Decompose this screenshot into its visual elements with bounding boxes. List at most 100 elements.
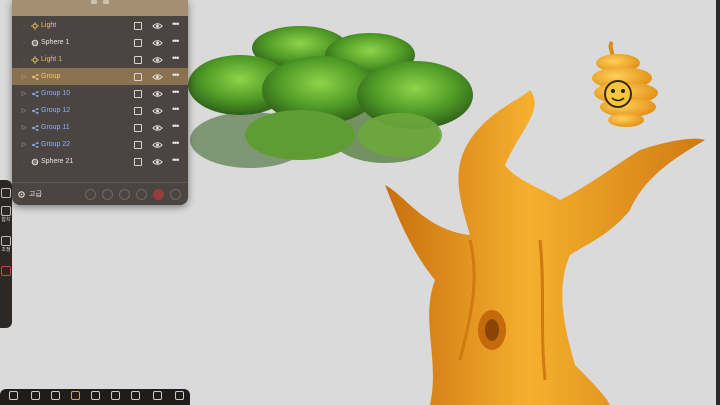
more-options-icon[interactable]: ••• [172, 155, 180, 165]
trash-icon[interactable] [170, 188, 181, 200]
bottom-tool-9[interactable] [168, 391, 190, 401]
eye-icon[interactable] [152, 73, 163, 81]
scene-row[interactable]: ▷ Group 10 ••• [12, 85, 188, 102]
history-icon[interactable] [85, 188, 96, 200]
color-tool-button[interactable] [1, 266, 11, 276]
merge-icon [1, 206, 11, 216]
group-icon [32, 124, 39, 131]
scene-row-label: Group 22 [41, 141, 71, 148]
group-icon [32, 141, 39, 148]
scene-row-label: Group 12 [41, 107, 71, 114]
bottom-tool-3[interactable] [44, 391, 66, 401]
panel-footer: 고급 [12, 182, 188, 205]
scene-row[interactable]: ▷ Group ••• [12, 68, 188, 85]
bottom-tool-6[interactable] [104, 391, 126, 401]
tool-icon [1, 188, 11, 198]
eye-icon[interactable] [152, 141, 163, 149]
expand-arrow-icon[interactable]: ▷ [21, 141, 27, 148]
expand-arrow-icon[interactable]: ▷ [21, 73, 27, 80]
visibility-checkbox[interactable] [134, 157, 142, 166]
scene-row[interactable]: ▷ Group 11 ••• [12, 119, 188, 136]
more-options-icon[interactable]: ••• [172, 87, 180, 97]
eye-icon[interactable] [152, 39, 163, 47]
more-options-icon[interactable]: ••• [172, 138, 180, 148]
scene-row[interactable]: · Sphere 1 ••• [12, 34, 188, 51]
visibility-checkbox[interactable] [134, 106, 142, 115]
visibility-checkbox[interactable] [134, 123, 142, 132]
expand-arrow-icon[interactable]: ▷ [21, 107, 27, 114]
eye-icon[interactable] [152, 158, 163, 166]
scene-row-label: Sphere 21 [41, 158, 74, 165]
bottom-tool-8[interactable] [146, 391, 168, 401]
bullet-icon: · [23, 22, 25, 29]
more-options-icon[interactable]: ••• [172, 19, 180, 29]
bush-model[interactable] [188, 26, 473, 168]
eye-icon[interactable] [152, 124, 163, 132]
bottom-tool-7[interactable] [124, 391, 146, 401]
visibility-checkbox[interactable] [134, 140, 142, 149]
visibility-checkbox[interactable] [134, 21, 142, 30]
sphere-icon [31, 158, 39, 165]
eye-icon[interactable] [152, 22, 163, 30]
panel-handle-icon[interactable] [91, 0, 97, 4]
tool-strip: 합치 조정 [0, 180, 12, 328]
adjust-tool-label: 조정 [1, 247, 11, 253]
bottom-tool-5[interactable] [84, 391, 106, 401]
record-icon[interactable] [153, 188, 164, 200]
scene-row-label: Group 11 [41, 124, 70, 131]
more-options-icon[interactable]: ••• [172, 104, 180, 114]
color-wheel-icon [1, 266, 11, 276]
visibility-checkbox[interactable] [134, 89, 142, 98]
scene-row-label: Group 10 [41, 90, 71, 97]
sphere-icon [31, 39, 39, 46]
visibility-checkbox[interactable] [134, 55, 142, 64]
panel-handle-icon[interactable] [103, 0, 109, 4]
visibility-checkbox[interactable] [134, 38, 142, 47]
eye-icon[interactable] [152, 90, 163, 98]
group-icon [32, 73, 39, 80]
more-options-icon[interactable]: ••• [172, 36, 180, 46]
camera-icon[interactable] [136, 188, 147, 200]
group-icon [32, 107, 39, 114]
bottom-tool-2[interactable] [24, 391, 46, 401]
bullet-icon: · [23, 39, 25, 46]
merge-tool-label: 합치 [1, 217, 11, 223]
eye-icon[interactable] [152, 107, 163, 115]
video-icon[interactable] [119, 188, 130, 200]
grid-icon [90, 391, 100, 400]
visibility-checkbox[interactable] [134, 72, 142, 81]
bottom-tool-1[interactable] [2, 391, 24, 401]
eye-icon[interactable] [152, 56, 163, 64]
eye-icon [110, 391, 120, 400]
search-icon [70, 391, 80, 400]
book-icon [50, 391, 60, 400]
expand-arrow-icon[interactable]: ▷ [21, 90, 27, 97]
expand-arrow-icon[interactable]: ▷ [21, 124, 27, 131]
beehive-model[interactable] [592, 40, 658, 127]
bottom-tool-4[interactable] [64, 391, 86, 401]
group-icon [32, 90, 39, 97]
scene-row[interactable]: · Sphere 21 ••• [12, 153, 188, 170]
more-options-icon[interactable]: ••• [172, 70, 180, 80]
scene-row[interactable]: · Light ••• [12, 17, 188, 34]
merge-tool-button[interactable]: 합치 [1, 206, 11, 223]
panel-top-bar [12, 0, 188, 16]
footer-actions [85, 188, 181, 200]
bullet-icon: · [23, 158, 25, 165]
gear-icon [18, 190, 25, 198]
scene-row-label: Group [41, 73, 61, 80]
undo-icon[interactable] [102, 188, 113, 200]
more-icon [174, 391, 184, 400]
tool-button[interactable] [1, 188, 11, 198]
scene-row[interactable]: · Light 1 ••• [12, 51, 188, 68]
scene-panel: · Light ••• · Sphere 1 ••• · Light 1 ••• ▷ Group ••… [12, 0, 188, 205]
bottom-toolbar [0, 389, 190, 405]
scene-row-label: Light [41, 22, 57, 29]
right-edge-strip [716, 0, 720, 405]
more-options-icon[interactable]: ••• [172, 121, 180, 131]
advanced-toggle[interactable]: 고급 [17, 189, 42, 199]
scene-row[interactable]: ▷ Group 12 ••• [12, 102, 188, 119]
scene-row[interactable]: ▷ Group 22 ••• [12, 136, 188, 153]
more-options-icon[interactable]: ••• [172, 53, 180, 63]
adjust-tool-button[interactable]: 조정 [1, 236, 11, 253]
